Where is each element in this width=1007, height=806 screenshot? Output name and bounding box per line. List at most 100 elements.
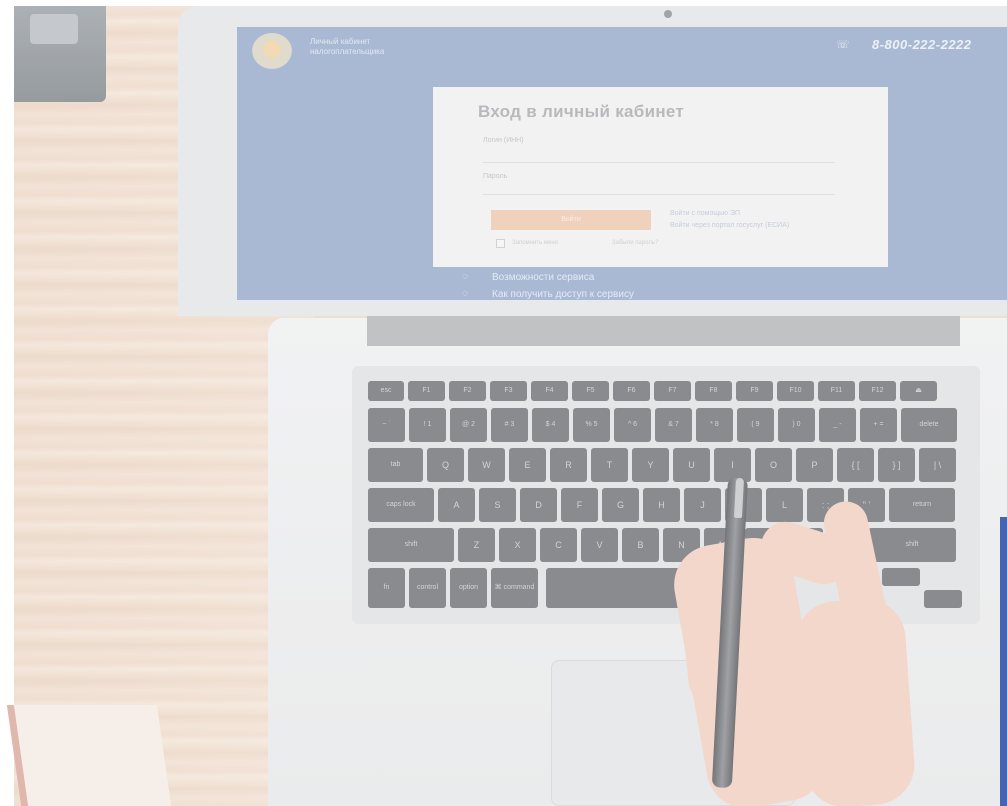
key-label: B xyxy=(637,540,644,550)
key-label: I xyxy=(731,460,734,470)
key-label: # 3 xyxy=(504,421,515,428)
key[interactable]: esc xyxy=(368,381,404,401)
key[interactable]: F4 xyxy=(531,381,568,401)
key-label: ) 0 xyxy=(792,421,801,428)
key[interactable]: F5 xyxy=(572,381,609,401)
key[interactable]: J xyxy=(684,488,721,522)
key[interactable]: ) 0 xyxy=(778,408,815,442)
desk-object-top xyxy=(30,14,78,44)
key[interactable]: P xyxy=(796,448,833,482)
key[interactable]: | \ xyxy=(919,448,956,482)
key[interactable]: ( 9 xyxy=(737,408,774,442)
key[interactable]: W xyxy=(468,448,505,482)
key[interactable]: F7 xyxy=(654,381,691,401)
key[interactable]: Q xyxy=(427,448,464,482)
key[interactable]: F11 xyxy=(818,381,855,401)
remember-label: Запомнить меня xyxy=(512,240,558,246)
hotline-number[interactable]: 8-800-222-2222 xyxy=(872,37,972,52)
key-label: ⌘ command xyxy=(494,584,535,591)
key[interactable]: ~ ` xyxy=(368,408,405,442)
key[interactable]: H xyxy=(643,488,680,522)
key[interactable]: S xyxy=(479,488,516,522)
hand-wrist xyxy=(792,596,918,806)
key[interactable]: F1 xyxy=(408,381,445,401)
arrow-key[interactable] xyxy=(882,568,920,586)
key[interactable]: E xyxy=(509,448,546,482)
key[interactable]: shift xyxy=(868,528,956,562)
key[interactable]: * 8 xyxy=(696,408,733,442)
access-link[interactable]: Как получить доступ к сервису xyxy=(492,289,634,300)
key-label: F7 xyxy=(668,387,677,394)
forgot-password-link[interactable]: Забыли пароль? xyxy=(612,240,658,246)
key[interactable]: ⏏ xyxy=(900,381,937,401)
key[interactable]: F3 xyxy=(490,381,527,401)
key[interactable]: ! 1 xyxy=(409,408,446,442)
photo-scene: Личный кабинет налогоплательщика ☏ 8-800… xyxy=(0,0,1007,806)
key[interactable]: I xyxy=(714,448,751,482)
key[interactable]: D xyxy=(520,488,557,522)
key[interactable]: shift xyxy=(368,528,454,562)
key[interactable]: F6 xyxy=(613,381,650,401)
key-label: ⏏ xyxy=(915,387,922,394)
login-button[interactable]: Войти xyxy=(491,210,651,230)
key[interactable]: # 3 xyxy=(491,408,528,442)
key[interactable]: F9 xyxy=(736,381,773,401)
key[interactable]: X xyxy=(499,528,536,562)
key[interactable]: return xyxy=(889,488,955,522)
key[interactable]: $ 4 xyxy=(532,408,569,442)
key-label: C xyxy=(555,540,562,550)
key[interactable]: option xyxy=(450,568,487,608)
key[interactable]: Y xyxy=(632,448,669,482)
key[interactable]: caps lock xyxy=(368,488,434,522)
key[interactable]: ⌘ command xyxy=(491,568,538,608)
key[interactable]: fn xyxy=(368,568,405,608)
arrow-key[interactable] xyxy=(924,590,962,608)
password-input[interactable] xyxy=(483,194,835,195)
key[interactable]: Z xyxy=(458,528,495,562)
key[interactable]: U xyxy=(673,448,710,482)
key[interactable]: O xyxy=(755,448,792,482)
key[interactable]: T xyxy=(591,448,628,482)
key[interactable]: A xyxy=(438,488,475,522)
key[interactable]: @ 2 xyxy=(450,408,487,442)
key[interactable]: F2 xyxy=(449,381,486,401)
key[interactable]: F xyxy=(561,488,598,522)
site-brand: Личный кабинет налогоплательщика xyxy=(310,37,460,57)
key-label: @ 2 xyxy=(462,421,475,428)
key[interactable]: B xyxy=(622,528,659,562)
key[interactable]: ^ 6 xyxy=(614,408,651,442)
key[interactable]: _ - xyxy=(819,408,856,442)
key[interactable]: delete xyxy=(901,408,957,442)
remember-checkbox[interactable] xyxy=(496,239,505,248)
notebook xyxy=(6,705,172,806)
esia-login-link[interactable]: Войти через портал госуслуг (ЕСИА) xyxy=(670,222,789,229)
key[interactable]: G xyxy=(602,488,639,522)
key-label: & 7 xyxy=(668,421,679,428)
key-label: _ - xyxy=(833,421,842,428)
key-label: Z xyxy=(473,540,480,550)
key-label: shift xyxy=(905,541,919,548)
webcam xyxy=(664,10,672,18)
key[interactable]: { [ xyxy=(837,448,874,482)
key-label: T xyxy=(606,460,613,470)
key[interactable]: F12 xyxy=(859,381,896,401)
key[interactable]: } ] xyxy=(878,448,915,482)
key[interactable]: & 7 xyxy=(655,408,692,442)
key-label: } ] xyxy=(892,460,901,470)
login-input[interactable] xyxy=(483,162,835,163)
signature-login-link[interactable]: Войти с помощью ЭП xyxy=(670,210,740,217)
key[interactable]: control xyxy=(409,568,446,608)
left-margin xyxy=(0,0,14,806)
key[interactable]: F8 xyxy=(695,381,732,401)
key[interactable]: % 5 xyxy=(573,408,610,442)
key[interactable]: V xyxy=(581,528,618,562)
key[interactable]: L xyxy=(766,488,803,522)
key[interactable]: F10 xyxy=(777,381,814,401)
key-label: control xyxy=(416,584,438,591)
key[interactable]: tab xyxy=(368,448,423,482)
key[interactable]: C xyxy=(540,528,577,562)
key-label: caps lock xyxy=(386,501,416,508)
key[interactable]: R xyxy=(550,448,587,482)
key[interactable]: + = xyxy=(860,408,897,442)
service-features-link[interactable]: Возможности сервиса xyxy=(492,272,594,283)
